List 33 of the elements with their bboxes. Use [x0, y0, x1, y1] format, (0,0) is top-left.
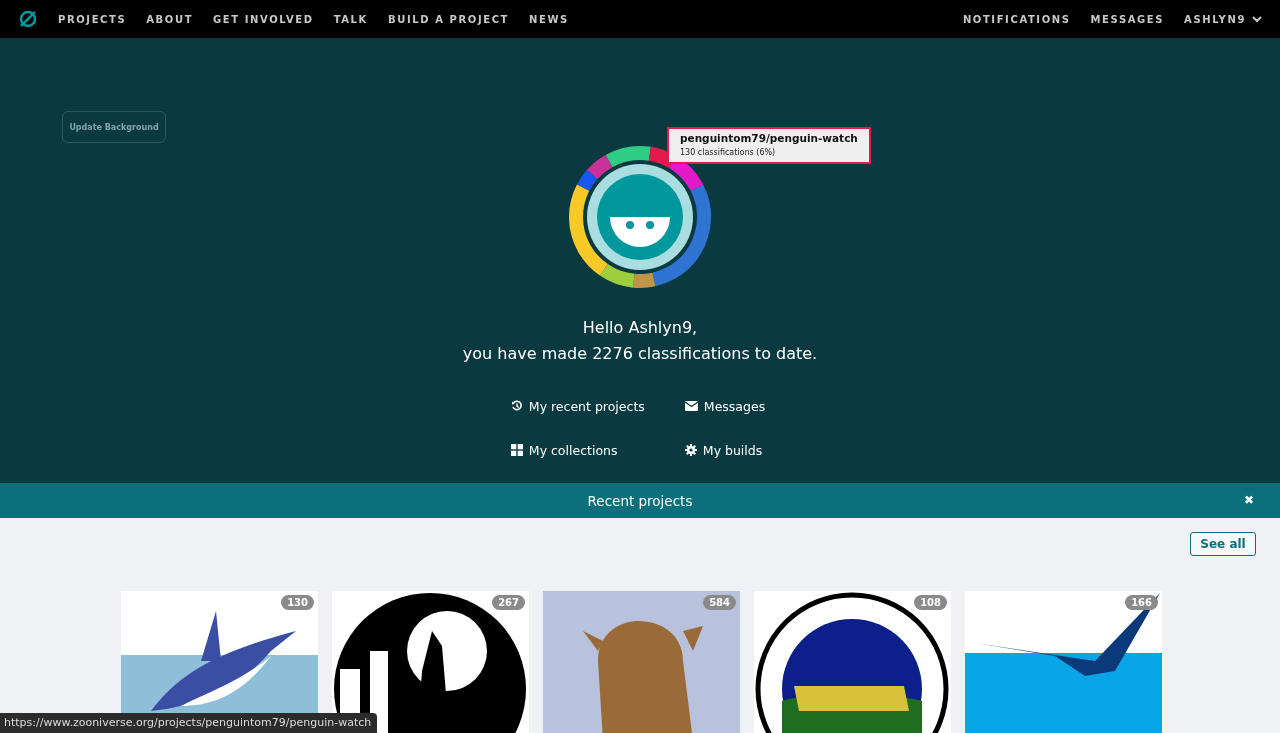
- classification-count: 584: [703, 595, 736, 610]
- update-background-button[interactable]: Update Background: [62, 111, 166, 143]
- chevron-down-icon: [1252, 15, 1262, 23]
- classification-count: 108: [914, 595, 947, 610]
- classification-summary: you have made 2276 classifications to date.: [462, 343, 818, 365]
- nav-link[interactable]: NOTIFICATIONS: [962, 13, 1071, 25]
- section-title: Recent projects: [587, 492, 693, 509]
- url-status-tooltip: https://www.zooniverse.org/projects/penguintom79/penguin-watch: [0, 713, 378, 733]
- nav-link[interactable]: MESSAGES: [1090, 13, 1165, 25]
- profile-link[interactable]: My collections: [510, 441, 685, 459]
- nav-link[interactable]: NEWS: [529, 13, 569, 25]
- user-menu[interactable]: ASHLYN9: [1184, 13, 1262, 25]
- classification-count: 130: [281, 595, 314, 610]
- nav-link[interactable]: PROJECTS: [58, 13, 127, 25]
- logo-icon[interactable]: [18, 9, 38, 29]
- greeting-text: Hello Ashlyn9,: [581, 317, 699, 339]
- tooltip-title: penguintom79/penguin-watch: [680, 132, 858, 144]
- history-icon: [510, 400, 523, 412]
- envelope-icon: [684, 401, 698, 411]
- classification-count: 267: [492, 595, 525, 610]
- settings-icon: [684, 444, 697, 456]
- nav-link[interactable]: BUILD A PROJECT: [387, 13, 510, 25]
- tooltip-detail: 130 classifications (6%): [680, 148, 777, 157]
- classification-count: 166: [1125, 595, 1158, 610]
- nav-link[interactable]: GET INVOLVED: [213, 13, 314, 25]
- profile-link[interactable]: My recent projects: [510, 397, 685, 415]
- profile-link[interactable]: My builds: [684, 441, 766, 459]
- profile-link[interactable]: Messages: [684, 397, 766, 415]
- nav-link[interactable]: ABOUT: [146, 13, 194, 25]
- close-button[interactable]: ✖: [1242, 491, 1256, 509]
- grid-icon: [510, 444, 523, 456]
- nav-link[interactable]: TALK: [333, 13, 368, 25]
- see-all-button[interactable]: See all: [1190, 532, 1256, 556]
